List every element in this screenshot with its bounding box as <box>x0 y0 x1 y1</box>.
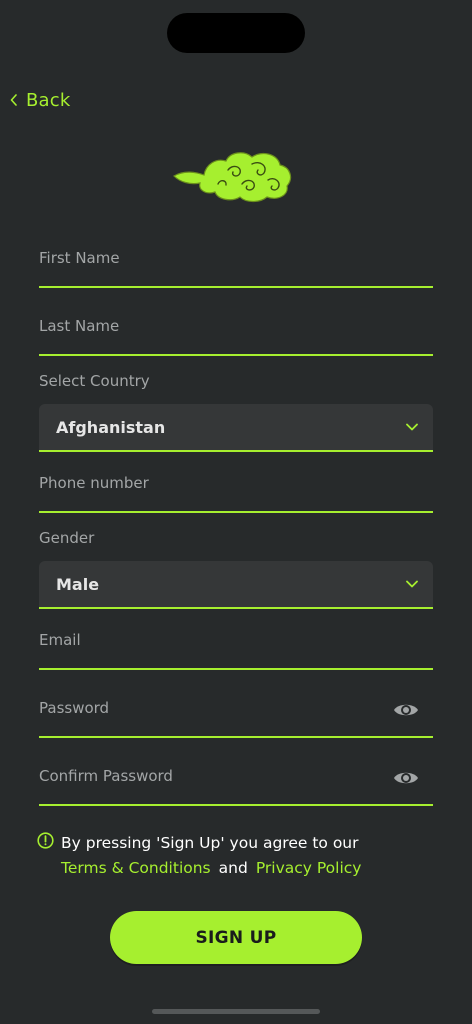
email-placeholder: Email <box>39 631 81 649</box>
first-name-placeholder: First Name <box>39 249 120 267</box>
password-field[interactable]: Password <box>39 696 433 738</box>
home-indicator <box>152 1009 320 1014</box>
confirm-password-field[interactable]: Confirm Password <box>39 764 433 806</box>
first-name-field[interactable]: First Name <box>39 246 433 288</box>
phone-placeholder: Phone number <box>39 474 149 492</box>
privacy-policy-link[interactable]: Privacy Policy <box>256 859 362 877</box>
back-button[interactable]: Back <box>10 90 71 111</box>
chevron-left-icon <box>10 93 18 109</box>
cloud-logo <box>173 152 292 203</box>
back-label: Back <box>26 90 71 111</box>
chevron-down-icon <box>405 420 419 434</box>
terms-link[interactable]: Terms & Conditions <box>61 859 211 877</box>
info-circle-icon <box>37 832 54 853</box>
country-label: Select Country <box>39 372 150 390</box>
password-placeholder: Password <box>39 699 110 717</box>
sign-up-button[interactable]: SIGN UP <box>110 911 362 964</box>
last-name-placeholder: Last Name <box>39 317 120 335</box>
gender-select[interactable]: Male <box>39 561 433 609</box>
country-select[interactable]: Afghanistan <box>39 404 433 452</box>
last-name-field[interactable]: Last Name <box>39 314 433 356</box>
gender-value: Male <box>56 574 100 594</box>
chevron-down-icon <box>405 577 419 591</box>
eye-icon[interactable] <box>393 700 419 720</box>
phone-field[interactable]: Phone number <box>39 471 433 513</box>
confirm-password-placeholder: Confirm Password <box>39 767 173 785</box>
camera-notch <box>167 13 305 53</box>
terms-conjunction: and <box>218 859 248 877</box>
eye-icon[interactable] <box>393 768 419 788</box>
country-value: Afghanistan <box>56 417 166 437</box>
terms-notice-text: By pressing 'Sign Up' you agree to our <box>61 833 359 852</box>
gender-label: Gender <box>39 529 95 547</box>
email-field[interactable]: Email <box>39 628 433 670</box>
terms-notice: By pressing 'Sign Up' you agree to our T… <box>37 832 447 877</box>
